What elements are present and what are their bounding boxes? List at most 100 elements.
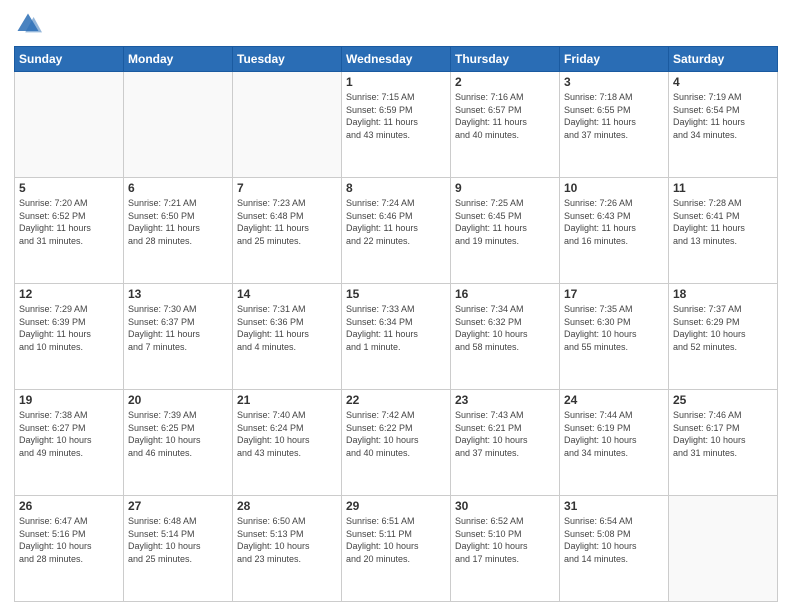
- calendar-cell: 22 Sunrise: 7:42 AM Sunset: 6:22 PM Dayli…: [342, 390, 451, 496]
- day-number: 8: [346, 181, 446, 195]
- day-number: 24: [564, 393, 664, 407]
- day-info: Sunrise: 6:48 AM Sunset: 5:14 PM Dayligh…: [128, 515, 228, 565]
- day-info: Sunrise: 6:54 AM Sunset: 5:08 PM Dayligh…: [564, 515, 664, 565]
- logo-icon: [14, 10, 42, 38]
- calendar-cell: 25 Sunrise: 7:46 AM Sunset: 6:17 PM Dayli…: [669, 390, 778, 496]
- day-number: 13: [128, 287, 228, 301]
- calendar-cell: 17 Sunrise: 7:35 AM Sunset: 6:30 PM Dayli…: [560, 284, 669, 390]
- day-number: 22: [346, 393, 446, 407]
- day-number: 3: [564, 75, 664, 89]
- calendar-cell: 30 Sunrise: 6:52 AM Sunset: 5:10 PM Dayli…: [451, 496, 560, 602]
- day-info: Sunrise: 7:31 AM Sunset: 6:36 PM Dayligh…: [237, 303, 337, 353]
- calendar-cell: 4Sunrise: 7:19 AM Sunset: 6:54 PM Daylig…: [669, 72, 778, 178]
- day-number: 23: [455, 393, 555, 407]
- day-number: 2: [455, 75, 555, 89]
- calendar-cell: 8 Sunrise: 7:24 AM Sunset: 6:46 PM Daylig…: [342, 178, 451, 284]
- weekday-header-row: SundayMondayTuesdayWednesdayThursdayFrid…: [15, 47, 778, 72]
- day-info: Sunrise: 7:18 AM Sunset: 6:55 PM Dayligh…: [564, 91, 664, 141]
- day-number: 12: [19, 287, 119, 301]
- header: [14, 10, 778, 38]
- day-info: Sunrise: 7:15 AM Sunset: 6:59 PM Dayligh…: [346, 91, 446, 141]
- day-number: 20: [128, 393, 228, 407]
- day-number: 4: [673, 75, 773, 89]
- calendar-cell: 21Sunrise: 7:40 AM Sunset: 6:24 PM Dayli…: [233, 390, 342, 496]
- calendar-cell: 6Sunrise: 7:21 AM Sunset: 6:50 PM Daylig…: [124, 178, 233, 284]
- calendar-cell: 28 Sunrise: 6:50 AM Sunset: 5:13 PM Dayli…: [233, 496, 342, 602]
- calendar-cell: 23 Sunrise: 7:43 AM Sunset: 6:21 PM Dayli…: [451, 390, 560, 496]
- day-number: 14: [237, 287, 337, 301]
- weekday-header-friday: Friday: [560, 47, 669, 72]
- calendar-cell: 9Sunrise: 7:25 AM Sunset: 6:45 PM Daylig…: [451, 178, 560, 284]
- day-info: Sunrise: 7:21 AM Sunset: 6:50 PM Dayligh…: [128, 197, 228, 247]
- day-info: Sunrise: 7:20 AM Sunset: 6:52 PM Dayligh…: [19, 197, 119, 247]
- day-info: Sunrise: 7:25 AM Sunset: 6:45 PM Dayligh…: [455, 197, 555, 247]
- calendar-week-row: 19 Sunrise: 7:38 AM Sunset: 6:27 PM Dayli…: [15, 390, 778, 496]
- day-number: 19: [19, 393, 119, 407]
- day-number: 17: [564, 287, 664, 301]
- day-info: Sunrise: 7:35 AM Sunset: 6:30 PM Dayligh…: [564, 303, 664, 353]
- day-info: Sunrise: 7:28 AM Sunset: 6:41 PM Dayligh…: [673, 197, 773, 247]
- calendar-cell: 26Sunrise: 6:47 AM Sunset: 5:16 PM Dayli…: [15, 496, 124, 602]
- calendar-cell: 11Sunrise: 7:28 AM Sunset: 6:41 PM Dayli…: [669, 178, 778, 284]
- weekday-header-saturday: Saturday: [669, 47, 778, 72]
- calendar-cell: 24Sunrise: 7:44 AM Sunset: 6:19 PM Dayli…: [560, 390, 669, 496]
- day-number: 15: [346, 287, 446, 301]
- day-number: 5: [19, 181, 119, 195]
- weekday-header-tuesday: Tuesday: [233, 47, 342, 72]
- day-number: 1: [346, 75, 446, 89]
- day-info: Sunrise: 7:43 AM Sunset: 6:21 PM Dayligh…: [455, 409, 555, 459]
- calendar-cell: [669, 496, 778, 602]
- day-number: 16: [455, 287, 555, 301]
- day-number: 10: [564, 181, 664, 195]
- calendar-cell: 29Sunrise: 6:51 AM Sunset: 5:11 PM Dayli…: [342, 496, 451, 602]
- calendar-cell: [233, 72, 342, 178]
- calendar-cell: 7 Sunrise: 7:23 AM Sunset: 6:48 PM Daylig…: [233, 178, 342, 284]
- day-number: 7: [237, 181, 337, 195]
- calendar-cell: [124, 72, 233, 178]
- day-number: 30: [455, 499, 555, 513]
- day-info: Sunrise: 7:33 AM Sunset: 6:34 PM Dayligh…: [346, 303, 446, 353]
- day-number: 29: [346, 499, 446, 513]
- day-number: 25: [673, 393, 773, 407]
- calendar-table: SundayMondayTuesdayWednesdayThursdayFrid…: [14, 46, 778, 602]
- day-info: Sunrise: 6:52 AM Sunset: 5:10 PM Dayligh…: [455, 515, 555, 565]
- weekday-header-sunday: Sunday: [15, 47, 124, 72]
- day-number: 28: [237, 499, 337, 513]
- day-info: Sunrise: 6:50 AM Sunset: 5:13 PM Dayligh…: [237, 515, 337, 565]
- calendar-cell: 31 Sunrise: 6:54 AM Sunset: 5:08 PM Dayli…: [560, 496, 669, 602]
- calendar-cell: 15 Sunrise: 7:33 AM Sunset: 6:34 PM Dayli…: [342, 284, 451, 390]
- day-info: Sunrise: 7:38 AM Sunset: 6:27 PM Dayligh…: [19, 409, 119, 459]
- day-info: Sunrise: 7:16 AM Sunset: 6:57 PM Dayligh…: [455, 91, 555, 141]
- day-info: Sunrise: 7:29 AM Sunset: 6:39 PM Dayligh…: [19, 303, 119, 353]
- calendar-cell: 13 Sunrise: 7:30 AM Sunset: 6:37 PM Dayli…: [124, 284, 233, 390]
- day-info: Sunrise: 7:42 AM Sunset: 6:22 PM Dayligh…: [346, 409, 446, 459]
- weekday-header-thursday: Thursday: [451, 47, 560, 72]
- calendar-cell: 27Sunrise: 6:48 AM Sunset: 5:14 PM Dayli…: [124, 496, 233, 602]
- day-info: Sunrise: 7:37 AM Sunset: 6:29 PM Dayligh…: [673, 303, 773, 353]
- day-info: Sunrise: 7:34 AM Sunset: 6:32 PM Dayligh…: [455, 303, 555, 353]
- calendar-cell: 2 Sunrise: 7:16 AM Sunset: 6:57 PM Daylig…: [451, 72, 560, 178]
- calendar-week-row: 12 Sunrise: 7:29 AM Sunset: 6:39 PM Dayli…: [15, 284, 778, 390]
- calendar-cell: 14 Sunrise: 7:31 AM Sunset: 6:36 PM Dayli…: [233, 284, 342, 390]
- calendar-cell: 12 Sunrise: 7:29 AM Sunset: 6:39 PM Dayli…: [15, 284, 124, 390]
- calendar-cell: 1 Sunrise: 7:15 AM Sunset: 6:59 PM Daylig…: [342, 72, 451, 178]
- day-info: Sunrise: 7:24 AM Sunset: 6:46 PM Dayligh…: [346, 197, 446, 247]
- day-info: Sunrise: 7:40 AM Sunset: 6:24 PM Dayligh…: [237, 409, 337, 459]
- day-info: Sunrise: 7:30 AM Sunset: 6:37 PM Dayligh…: [128, 303, 228, 353]
- calendar-week-row: 26Sunrise: 6:47 AM Sunset: 5:16 PM Dayli…: [15, 496, 778, 602]
- calendar-cell: 16 Sunrise: 7:34 AM Sunset: 6:32 PM Dayli…: [451, 284, 560, 390]
- logo: [14, 10, 46, 38]
- weekday-header-wednesday: Wednesday: [342, 47, 451, 72]
- day-info: Sunrise: 7:23 AM Sunset: 6:48 PM Dayligh…: [237, 197, 337, 247]
- calendar-week-row: 5 Sunrise: 7:20 AM Sunset: 6:52 PM Daylig…: [15, 178, 778, 284]
- day-info: Sunrise: 7:39 AM Sunset: 6:25 PM Dayligh…: [128, 409, 228, 459]
- calendar-cell: 18 Sunrise: 7:37 AM Sunset: 6:29 PM Dayli…: [669, 284, 778, 390]
- day-number: 26: [19, 499, 119, 513]
- calendar-cell: [15, 72, 124, 178]
- day-number: 31: [564, 499, 664, 513]
- calendar-cell: 10Sunrise: 7:26 AM Sunset: 6:43 PM Dayli…: [560, 178, 669, 284]
- calendar-cell: 20 Sunrise: 7:39 AM Sunset: 6:25 PM Dayli…: [124, 390, 233, 496]
- day-number: 18: [673, 287, 773, 301]
- day-info: Sunrise: 7:46 AM Sunset: 6:17 PM Dayligh…: [673, 409, 773, 459]
- calendar-cell: 19 Sunrise: 7:38 AM Sunset: 6:27 PM Dayli…: [15, 390, 124, 496]
